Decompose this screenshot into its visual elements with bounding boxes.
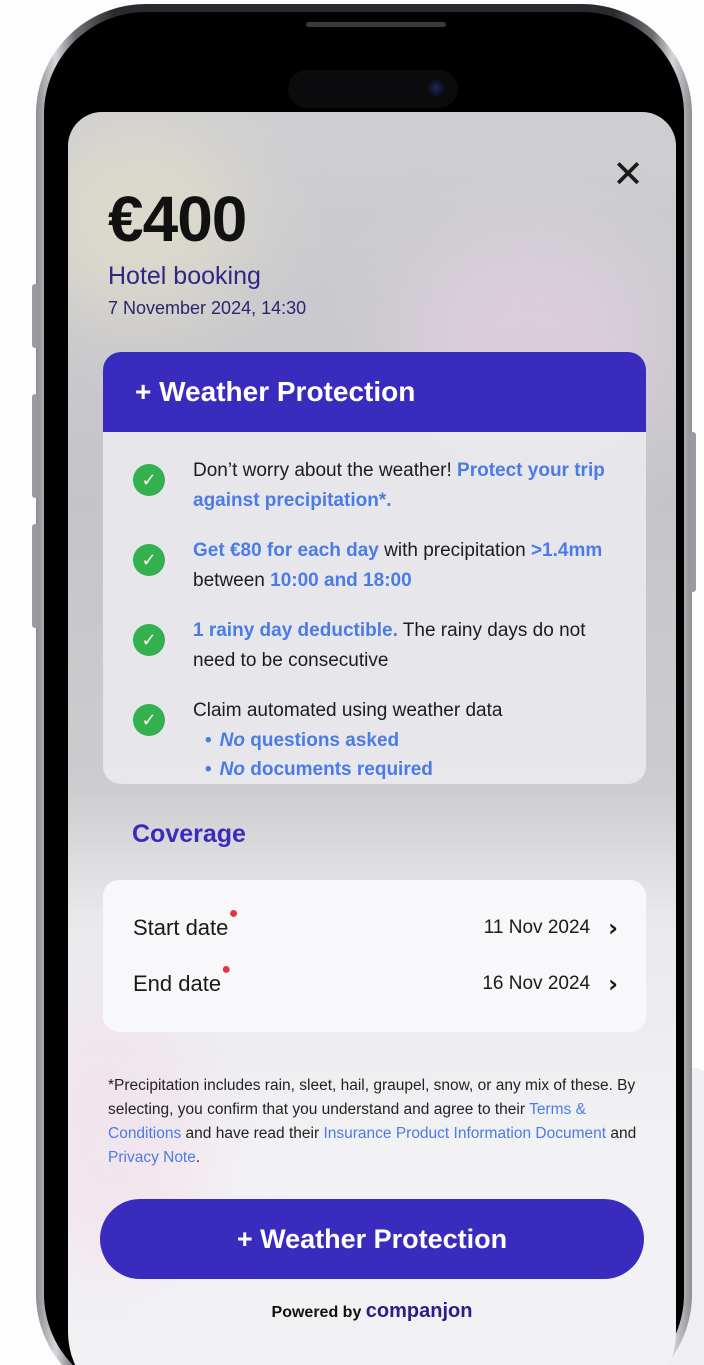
phone-bezel: ✕ €400 Hotel booking 7 November 2024, 14… — [44, 12, 684, 1365]
claim-sublist: • No questions asked • No documents requir… — [193, 726, 502, 784]
volume-up-button — [32, 394, 38, 498]
end-date-value: 16 Nov 2024 — [482, 973, 591, 994]
phone-frame: ✕ €400 Hotel booking 7 November 2024, 14… — [32, 4, 696, 1365]
speaker-grille — [306, 22, 446, 27]
list-item: • No documents required — [205, 759, 433, 780]
chevron-right-icon: › — [608, 914, 618, 942]
benefit-text: 1 rainy day deductible. The rainy days d… — [193, 616, 622, 676]
powered-by-text: Powered by — [271, 1304, 362, 1321]
coverage-dates-card: Start date ● 11 Nov 2024 › End date ● 16 N… — [103, 880, 646, 1032]
start-date-row[interactable]: Start date ● 11 Nov 2024 › — [133, 905, 618, 948]
coverage-heading: Coverage — [132, 820, 246, 848]
camera-icon — [426, 78, 446, 98]
end-date-value-group: 16 Nov 2024 › — [482, 970, 618, 998]
benefit-highlight: 10:00 and 18:00 — [270, 570, 412, 591]
volume-down-button — [32, 524, 38, 628]
check-circle-icon: ✓ — [133, 704, 165, 736]
card-title: + Weather Protection — [103, 352, 646, 432]
add-weather-protection-button[interactable]: + Weather Protection — [100, 1199, 644, 1279]
benefit-highlight: >1.4mm — [530, 540, 603, 561]
legal-text: and — [606, 1125, 637, 1142]
end-date-label: End date ● — [133, 961, 231, 997]
benefits-list: ✓ Don’t worry about the weather! Protect… — [103, 432, 646, 784]
page: ✕ €400 Hotel booking 7 November 2024, 14… — [0, 0, 704, 1365]
benefit-plain-text: Claim automated using weather data — [193, 700, 503, 721]
list-item: ✓ Claim automated using weather data • No… — [133, 696, 622, 784]
start-date-label-text: Start date — [133, 915, 229, 940]
chevron-right-icon: › — [608, 970, 618, 998]
close-icon: ✕ — [612, 152, 644, 196]
booking-datetime: 7 November 2024, 14:30 — [108, 298, 307, 318]
start-date-value: 11 Nov 2024 — [483, 917, 591, 938]
legal-disclaimer: *Precipitation includes rain, sleet, hai… — [108, 1074, 638, 1170]
check-circle-icon: ✓ — [133, 544, 165, 576]
list-item: • No questions asked — [205, 730, 400, 751]
privacy-link[interactable]: Privacy Note — [108, 1149, 196, 1166]
legal-text: and have read their — [181, 1125, 324, 1142]
required-indicator: ● — [228, 905, 239, 922]
list-item: ✓ Get €80 for each day with precipitatio… — [133, 536, 622, 596]
emphasis-text: No — [219, 730, 245, 751]
booking-amount: €400 — [108, 183, 247, 255]
required-indicator: ● — [221, 961, 232, 978]
powered-by: Powered by companjon — [68, 1300, 676, 1323]
benefit-highlight: 1 rainy day deductible. — [193, 620, 398, 641]
emphasis-text: No — [219, 759, 245, 780]
benefit-plain-text: between — [193, 570, 271, 591]
benefit-text: Don’t worry about the weather! Protect y… — [193, 456, 622, 516]
benefit-text: Get €80 for each day with precipitation … — [193, 536, 622, 596]
benefit-text: Claim automated using weather data • No q… — [193, 696, 502, 784]
benefit-plain-text: with precipitation — [378, 540, 531, 561]
action-button — [32, 284, 38, 348]
list-item: ✓ 1 rainy day deductible. The rainy days… — [133, 616, 622, 676]
benefit-plain-text: Don’t worry about the weather! — [193, 460, 458, 481]
check-circle-icon: ✓ — [133, 464, 165, 496]
weather-protection-card: + Weather Protection ✓ Don’t worry about… — [103, 352, 646, 784]
legal-text: . — [195, 1149, 201, 1166]
insurance-offer-screen: ✕ €400 Hotel booking 7 November 2024, 14… — [68, 112, 676, 1365]
start-date-label: Start date ● — [133, 905, 238, 941]
benefit-highlight: Get €80 for each day — [193, 540, 379, 561]
booking-title: Hotel booking — [108, 262, 261, 290]
start-date-value-group: 11 Nov 2024 › — [484, 914, 618, 942]
power-button — [690, 432, 696, 592]
list-item: ✓ Don’t worry about the weather! Protect… — [133, 456, 622, 516]
companjon-logo: companjon — [365, 1300, 473, 1322]
end-date-label-text: End date — [133, 971, 222, 996]
close-button[interactable]: ✕ — [608, 154, 648, 194]
ipid-link[interactable]: Insurance Product Information Document — [323, 1125, 606, 1142]
sub-item-text: documents required — [244, 759, 433, 780]
end-date-row[interactable]: End date ● 16 Nov 2024 › — [133, 961, 618, 1004]
sub-item-text: questions asked — [244, 730, 400, 751]
check-circle-icon: ✓ — [133, 624, 165, 656]
